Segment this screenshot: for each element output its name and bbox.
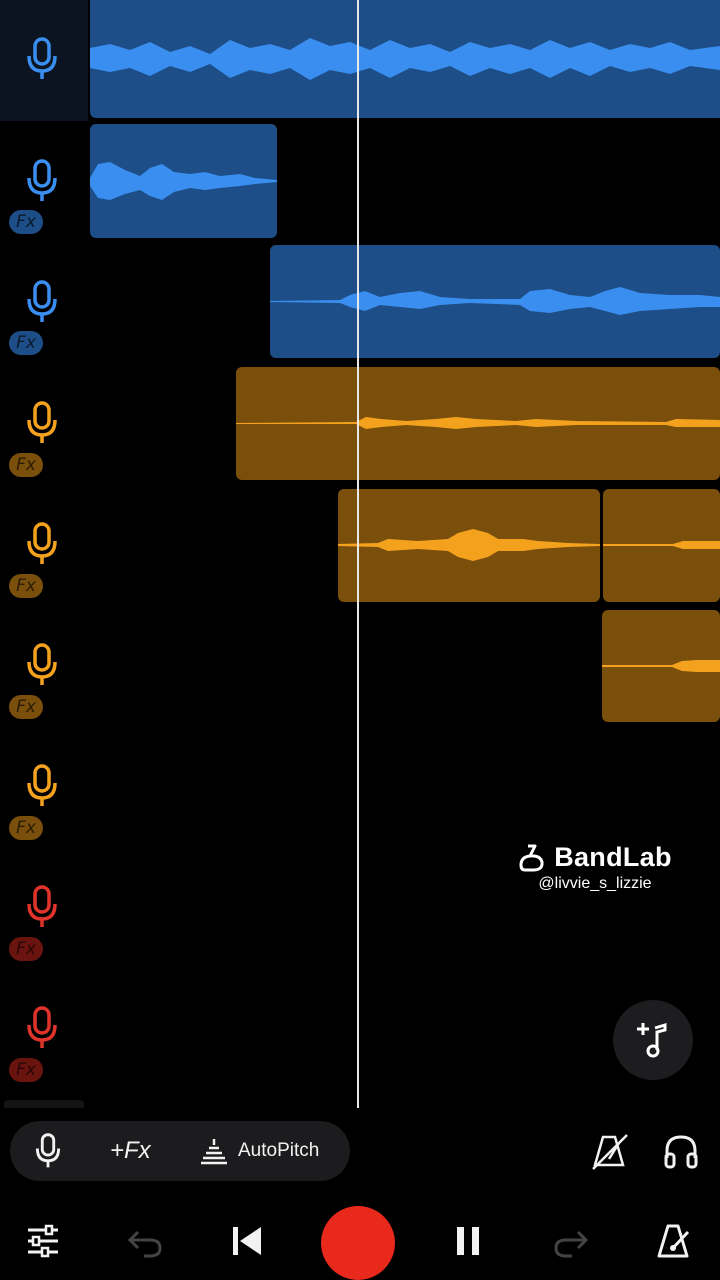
- redo-icon: [554, 1230, 589, 1258]
- track-header-partial: [4, 1100, 84, 1108]
- undo-button[interactable]: [122, 1218, 168, 1264]
- track-header-4[interactable]: Fx: [0, 363, 88, 484]
- bandlab-watermark: BandLab @livvie_s_lizzie: [510, 842, 680, 893]
- fx-badge[interactable]: Fx: [9, 695, 43, 719]
- skip-to-start-button[interactable]: [224, 1218, 270, 1264]
- metronome-icon: [657, 1224, 690, 1258]
- mic-icon: [27, 280, 57, 322]
- audio-clip[interactable]: [603, 489, 720, 602]
- track-header-7[interactable]: Fx: [0, 726, 88, 847]
- track-toolbar: +Fx AutoPitch: [10, 1121, 350, 1181]
- autopitch-label: AutoPitch: [238, 1140, 320, 1161]
- waveform: [90, 38, 720, 80]
- waveform: [338, 529, 600, 561]
- bandlab-logo-icon: [519, 844, 544, 871]
- metronome-button[interactable]: [650, 1218, 696, 1264]
- skip-to-start-icon: [233, 1227, 261, 1255]
- audio-clip[interactable]: [270, 245, 720, 358]
- sliders-icon: [28, 1224, 58, 1258]
- record-button[interactable]: [321, 1206, 395, 1280]
- track-header-9[interactable]: Fx: [0, 968, 88, 1089]
- redo-button[interactable]: [548, 1218, 594, 1264]
- add-fx-label: +Fx: [110, 1137, 151, 1164]
- fx-badge[interactable]: Fx: [9, 574, 43, 598]
- audio-clip[interactable]: [602, 610, 720, 722]
- mic-icon: [27, 643, 57, 685]
- brand-name: BandLab: [554, 842, 672, 872]
- waveform: [270, 287, 720, 315]
- audio-clip[interactable]: [90, 124, 277, 238]
- input-mic-button[interactable]: [34, 1121, 62, 1181]
- waveform: [602, 660, 720, 672]
- add-note-icon: [637, 1022, 667, 1058]
- track-header-5[interactable]: Fx: [0, 484, 88, 605]
- track-header-6[interactable]: Fx: [0, 605, 88, 726]
- user-handle: @livvie_s_lizzie: [538, 875, 652, 892]
- mixer-button[interactable]: [20, 1218, 66, 1264]
- track-header-1[interactable]: [0, 0, 88, 121]
- pause-button[interactable]: [445, 1218, 491, 1264]
- track-header-8[interactable]: Fx: [0, 847, 88, 968]
- fx-badge[interactable]: Fx: [9, 816, 43, 840]
- headphones-button[interactable]: [656, 1126, 706, 1176]
- mic-icon: [27, 885, 57, 927]
- mic-icon: [27, 37, 57, 79]
- fx-badge[interactable]: Fx: [9, 331, 43, 355]
- autopitch-icon: [201, 1139, 227, 1165]
- audio-clip[interactable]: [338, 489, 600, 602]
- mic-icon: [27, 401, 57, 443]
- pause-icon: [457, 1227, 479, 1255]
- waveform: [603, 541, 720, 549]
- mic-icon: [27, 764, 57, 806]
- autopitch-button[interactable]: AutoPitch: [198, 1121, 319, 1181]
- audio-clip[interactable]: [90, 0, 720, 118]
- track-header-3[interactable]: Fx: [0, 242, 88, 363]
- add-track-button[interactable]: [613, 1000, 693, 1080]
- mic-icon: [27, 522, 57, 564]
- fx-badge[interactable]: Fx: [9, 937, 43, 961]
- mic-icon: [27, 159, 57, 201]
- headphones-icon: [664, 1135, 698, 1169]
- playhead[interactable]: [357, 0, 359, 1108]
- metronome-toggle-button[interactable]: [584, 1126, 634, 1176]
- mic-icon: [35, 1133, 61, 1168]
- fx-badge[interactable]: Fx: [9, 1058, 43, 1082]
- track-header-2[interactable]: Fx: [0, 121, 88, 242]
- fx-badge[interactable]: Fx: [9, 210, 43, 234]
- add-fx-button[interactable]: +Fx: [110, 1121, 151, 1181]
- fx-badge[interactable]: Fx: [9, 453, 43, 477]
- mic-icon: [27, 1006, 57, 1048]
- undo-icon: [127, 1230, 162, 1258]
- metronome-off-icon: [592, 1134, 628, 1170]
- waveform: [90, 162, 277, 200]
- audio-clip[interactable]: [236, 367, 720, 480]
- waveform: [236, 417, 720, 429]
